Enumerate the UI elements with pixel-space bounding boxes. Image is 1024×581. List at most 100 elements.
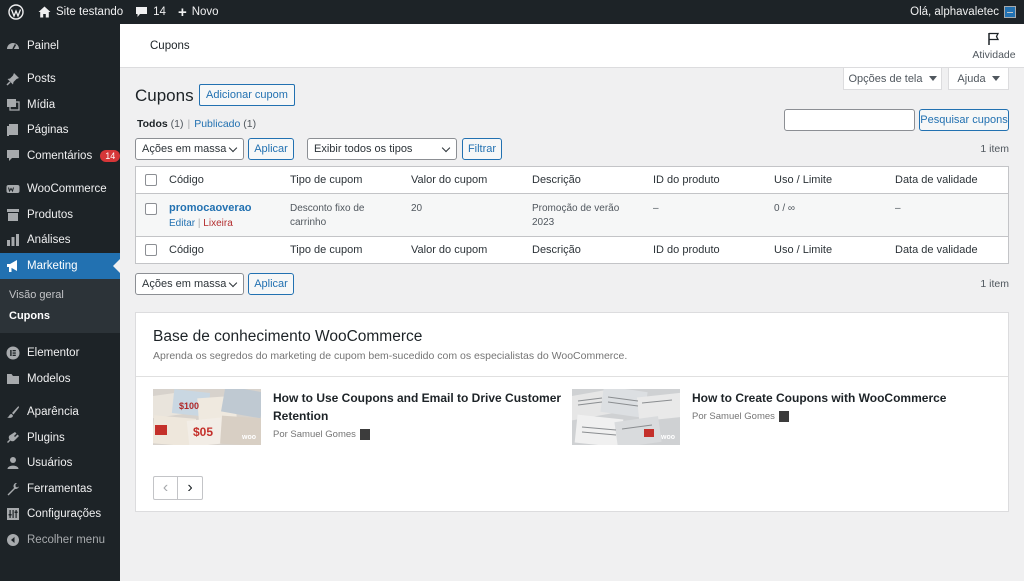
activity-button[interactable]: Atividade — [972, 32, 1016, 61]
apply-button-bottom[interactable]: Aplicar — [248, 273, 294, 295]
page-title: Cupons — [135, 86, 194, 105]
submenu-item-cupons[interactable]: Cupons — [0, 306, 120, 327]
article-title[interactable]: How to Create Coupons with WooCommerce — [692, 389, 992, 407]
menu-item-marketing[interactable]: Marketing — [0, 253, 120, 279]
menu-item-analises[interactable]: Análises — [0, 228, 120, 254]
bulk-actions-select-bottom[interactable]: Ações em massa — [135, 273, 244, 295]
header-title: Cupons — [150, 40, 190, 52]
admin-bar: Site testando 14 + Novo Olá, alphavalete… — [0, 0, 1024, 24]
menu-label: Ferramentas — [27, 482, 93, 495]
trash-link[interactable]: Lixeira — [203, 218, 232, 229]
menu-item-midia[interactable]: Mídia — [0, 92, 120, 118]
coupon-amount-cell: 20 — [411, 203, 423, 214]
svg-text:$100: $100 — [179, 401, 199, 411]
activity-label: Atividade — [972, 49, 1016, 61]
menu-item-comentarios[interactable]: Comentários 14 — [0, 143, 121, 169]
screen-options-button[interactable]: Opções de tela — [843, 68, 942, 90]
status-filters: Todos (1) | Publicado (1) — [137, 118, 256, 130]
search-input[interactable] — [784, 109, 915, 131]
coupon-type-select[interactable]: Exibir todos os tipos — [307, 138, 457, 160]
admin-sidebar: Painel Posts Mídia Páginas Comentários 1… — [0, 24, 121, 581]
article-thumbnail[interactable]: woo — [572, 389, 680, 445]
item-count-top: 1 item — [980, 143, 1009, 155]
column-footer-code[interactable]: Código — [169, 244, 204, 256]
menu-label: Posts — [27, 73, 56, 86]
pin-icon — [6, 72, 20, 86]
menu-label: Marketing — [27, 259, 78, 272]
add-coupon-button[interactable]: Adicionar cupom — [199, 84, 295, 106]
plus-icon: + — [177, 3, 187, 21]
woo-icon — [6, 182, 20, 196]
menu-label: Usuários — [27, 457, 73, 470]
filter-published[interactable]: Publicado (1) — [194, 118, 256, 130]
megaphone-icon — [6, 259, 20, 273]
screen-options-label: Opções de tela — [848, 72, 923, 85]
menu-item-configuracoes[interactable]: Configurações — [0, 502, 120, 528]
row-actions: Editar | Lixeira — [169, 217, 252, 231]
elementor-icon — [6, 346, 20, 360]
new-content-link[interactable]: + Novo — [172, 0, 225, 24]
menu-item-paginas[interactable]: Páginas — [0, 118, 120, 144]
site-name-link[interactable]: Site testando — [32, 0, 129, 24]
menu-label: Comentários — [27, 149, 93, 162]
chevron-down-icon — [228, 143, 238, 153]
row-checkbox[interactable] — [145, 203, 157, 215]
author-avatar — [359, 429, 370, 440]
bulk-actions-value: Ações em massa — [142, 143, 227, 155]
menu-label: Mídia — [27, 98, 56, 111]
bulk-actions-select-top[interactable]: Ações em massa — [135, 138, 244, 160]
bulk-actions-value: Ações em massa — [142, 278, 227, 290]
usage-limit-cell: 0 / ∞ — [774, 203, 796, 214]
column-header-product-id: ID do produto — [653, 174, 720, 186]
edit-link[interactable]: Editar — [169, 218, 195, 229]
column-header-type: Tipo de cupom — [290, 174, 363, 186]
select-all-checkbox[interactable] — [145, 174, 157, 186]
menu-item-posts[interactable]: Posts — [0, 67, 120, 93]
menu-item-plugins[interactable]: Plugins — [0, 425, 120, 451]
comments-count: 14 — [153, 6, 166, 18]
media-icon — [6, 98, 20, 112]
menu-item-produtos[interactable]: Produtos — [0, 202, 120, 228]
previous-page-button[interactable]: ‹ — [154, 477, 178, 499]
marketing-submenu: Visão geral Cupons — [0, 278, 120, 333]
author-name: Por Samuel Gomes — [273, 429, 356, 440]
filter-button[interactable]: Filtrar — [462, 138, 502, 160]
wordpress-logo-icon[interactable] — [0, 0, 32, 24]
menu-item-usuarios[interactable]: Usuários — [0, 451, 120, 477]
menu-item-painel[interactable]: Painel — [0, 33, 120, 59]
chart-icon — [6, 233, 20, 247]
product-id-cell: – — [653, 203, 659, 214]
menu-label: Painel — [27, 39, 59, 52]
comments-badge: 14 — [100, 149, 121, 162]
avatar — [1004, 6, 1016, 18]
submenu-item-visao-geral[interactable]: Visão geral — [0, 285, 120, 306]
menu-item-woocommerce[interactable]: WooCommerce — [0, 177, 120, 203]
collapse-menu-button[interactable]: Recolher menu — [0, 527, 120, 553]
flag-icon — [988, 32, 1000, 45]
menu-item-ferramentas[interactable]: Ferramentas — [0, 476, 120, 502]
menu-item-elementor[interactable]: Elementor — [0, 341, 120, 367]
select-all-checkbox-footer[interactable] — [145, 244, 157, 256]
column-footer-description: Descrição — [532, 244, 581, 256]
menu-label: Produtos — [27, 208, 74, 221]
search-coupons-button[interactable]: Pesquisar cupons — [919, 109, 1009, 131]
account-menu[interactable]: Olá, alphavaletec — [904, 0, 1024, 24]
menu-item-aparencia[interactable]: Aparência — [0, 400, 120, 426]
menu-item-modelos[interactable]: Modelos — [0, 366, 120, 392]
column-header-code[interactable]: Código — [169, 174, 204, 186]
filter-all[interactable]: Todos (1) — [137, 118, 183, 130]
coupon-type-value: Exibir todos os tipos — [314, 143, 413, 155]
column-footer-usage: Uso / Limite — [774, 244, 833, 256]
coupon-code-link[interactable]: promocaoverao — [169, 201, 252, 215]
help-button[interactable]: Ajuda — [948, 68, 1009, 90]
comments-link[interactable]: 14 — [129, 0, 172, 24]
article-thumbnail[interactable]: $100 $05 woo — [153, 389, 261, 445]
apply-button-top[interactable]: Aplicar — [248, 138, 294, 160]
filter-separator: | — [187, 118, 191, 130]
caret-down-icon — [928, 76, 937, 81]
article-title[interactable]: How to Use Coupons and Email to Drive Cu… — [273, 389, 563, 425]
knowledge-base-pager: ‹ › — [153, 476, 203, 500]
expiry-date-cell: – — [895, 203, 901, 214]
next-page-button[interactable]: › — [178, 477, 202, 499]
menu-label: Páginas — [27, 124, 69, 137]
